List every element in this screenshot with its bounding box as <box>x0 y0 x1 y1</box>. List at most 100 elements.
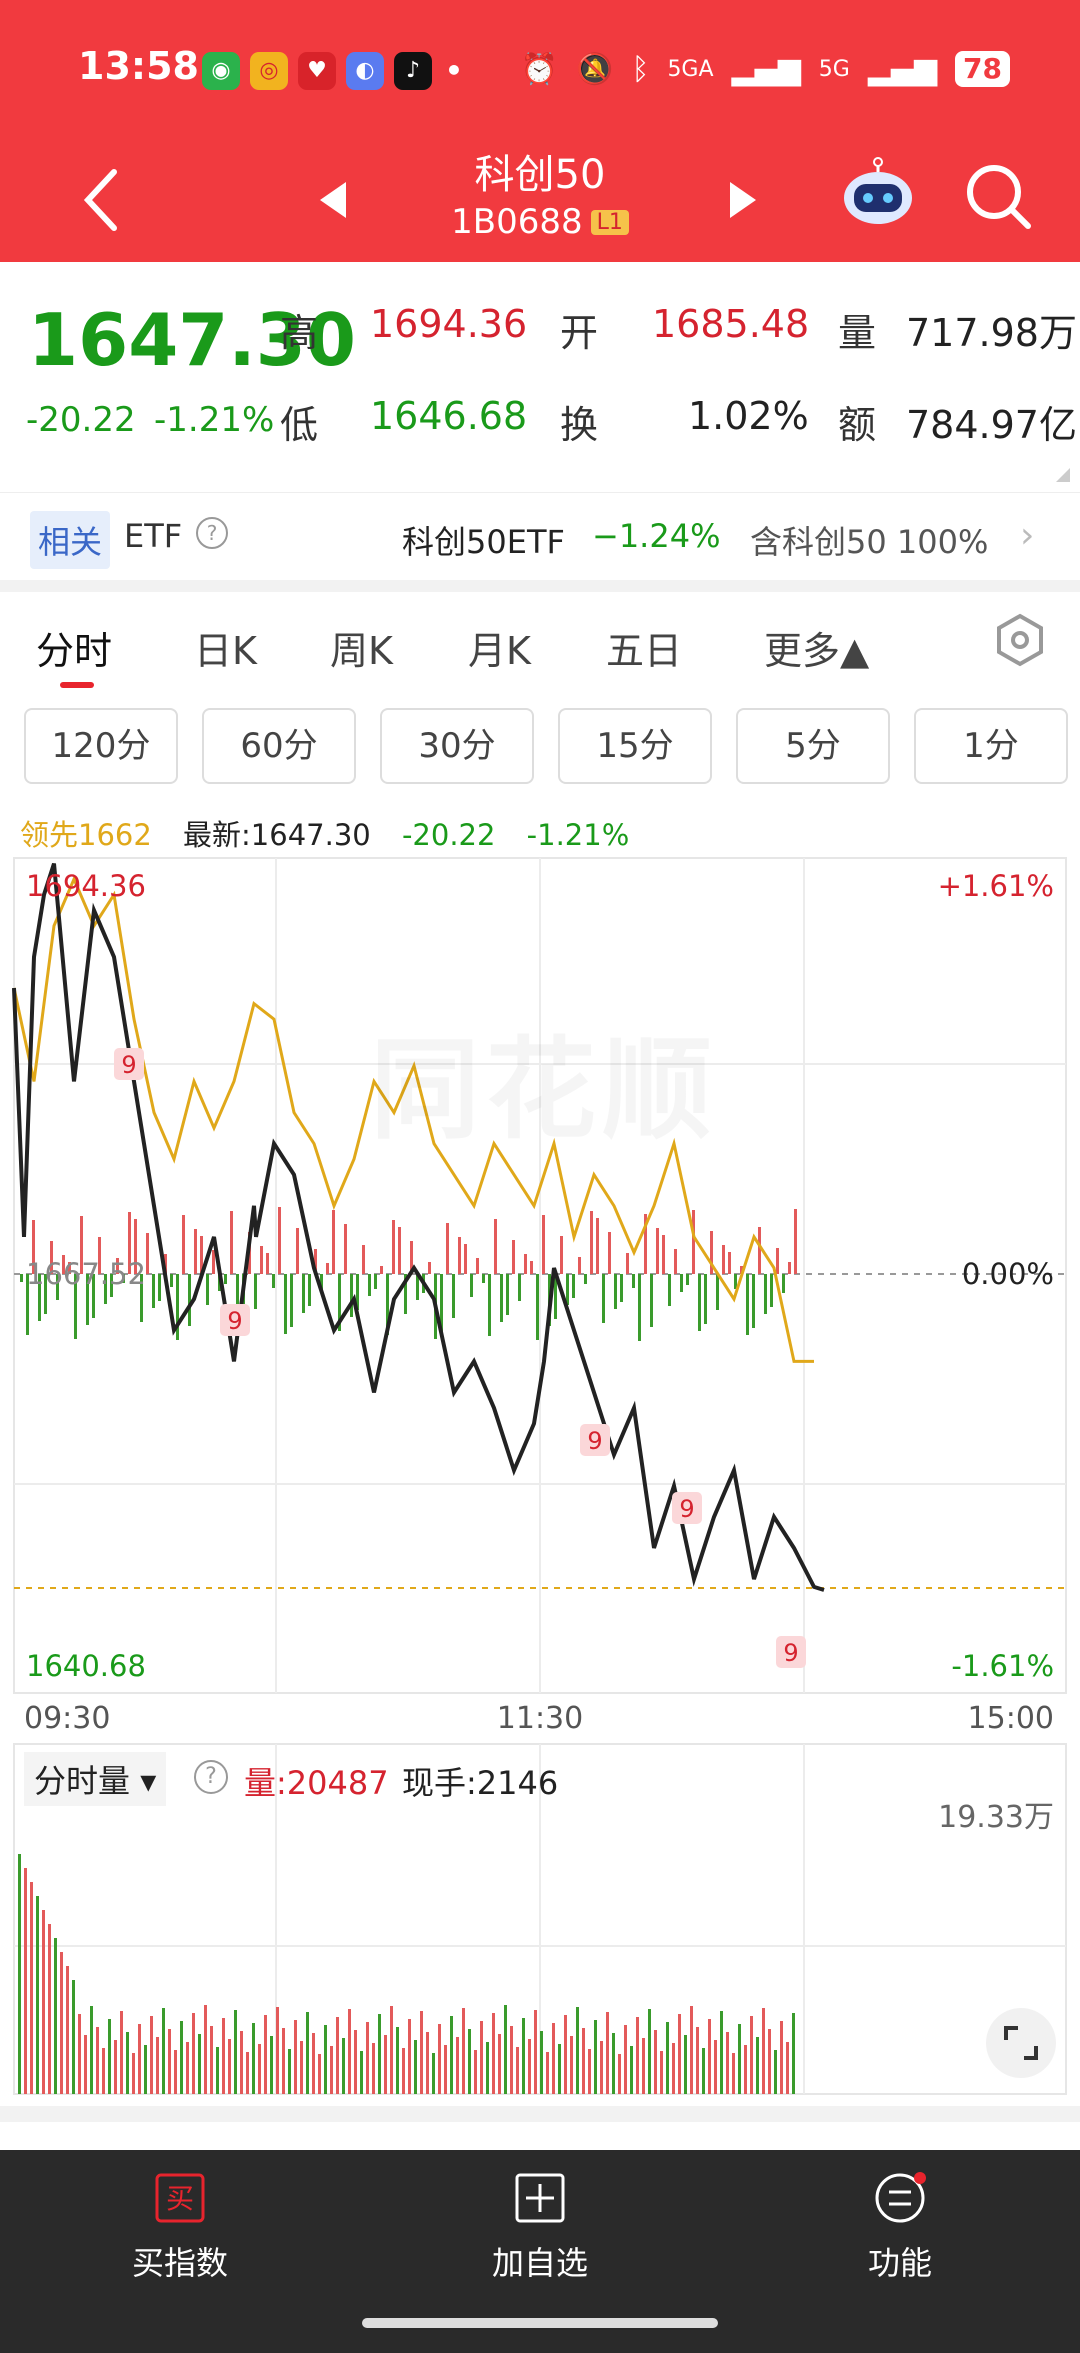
buy-sell-bar <box>770 1274 773 1307</box>
buy-sell-bar <box>602 1274 605 1323</box>
volume-bar <box>420 2011 423 2094</box>
time-label-end: 15:00 <box>968 1701 1054 1736</box>
buy-sell-bar <box>596 1218 599 1274</box>
svg-text:买: 买 <box>166 2182 194 2215</box>
tab-weekly-k[interactable]: 周K <box>330 620 393 675</box>
buy-index-label: 买指数 <box>131 2244 228 2282</box>
functions-button[interactable]: 功能 <box>790 2172 1010 2284</box>
etf-name: 科创50ETF <box>402 523 565 561</box>
volume-bar <box>132 2053 135 2094</box>
volume-bar <box>708 2019 711 2094</box>
buy-sell-bar <box>656 1228 659 1274</box>
volume-bar <box>24 1868 27 2094</box>
buy-sell-bar <box>782 1274 785 1293</box>
buy-sell-bar <box>500 1274 503 1322</box>
period-5min[interactable]: 5分 <box>736 708 890 784</box>
volume-bar <box>486 2042 489 2094</box>
add-watchlist-button[interactable]: 加自选 <box>430 2172 650 2284</box>
volume-bar <box>312 2033 315 2094</box>
volume-bar <box>138 2024 141 2094</box>
fullscreen-icon[interactable] <box>986 2008 1056 2078</box>
volume-bar <box>786 2042 789 2094</box>
signal-marker[interactable]: 9 <box>580 1424 610 1456</box>
buy-sell-bar <box>626 1253 629 1274</box>
svg-text:9: 9 <box>679 1495 694 1523</box>
buy-sell-bar <box>374 1274 377 1289</box>
volume-bar <box>288 2049 291 2094</box>
volume-bar <box>780 2021 783 2094</box>
tab-five-day[interactable]: 五日 <box>606 620 682 675</box>
buy-sell-bar <box>230 1211 233 1274</box>
amount-value: 784.97亿 <box>906 403 1077 447</box>
volume-bar <box>450 2016 453 2094</box>
buy-sell-bar <box>344 1224 347 1274</box>
expand-corner-icon[interactable] <box>1056 468 1070 482</box>
signal-marker[interactable]: 9 <box>776 1636 806 1668</box>
volume-bar <box>588 2049 591 2094</box>
buy-sell-bar <box>638 1274 641 1341</box>
period-1min[interactable]: 1分 <box>914 708 1068 784</box>
home-indicator[interactable] <box>362 2318 718 2328</box>
robot-assistant-icon[interactable] <box>840 156 916 232</box>
buy-sell-bar <box>746 1274 749 1335</box>
buy-sell-bar <box>452 1274 455 1318</box>
volume-bar <box>84 2035 87 2094</box>
period-60min[interactable]: 60分 <box>202 708 356 784</box>
pct-mid-label: 0.00% <box>962 1257 1054 1291</box>
volume-bar <box>336 2017 339 2094</box>
volume-bar <box>672 2043 675 2094</box>
volume-bar <box>384 2035 387 2094</box>
signal-marker[interactable]: 9 <box>114 1048 144 1080</box>
etf-help-icon[interactable]: ? <box>196 517 228 549</box>
volume-bar <box>612 2033 615 2094</box>
time-label-mid: 11:30 <box>497 1701 583 1736</box>
period-15min[interactable]: 15分 <box>558 708 712 784</box>
volume-bar <box>234 2010 237 2094</box>
volume-bar <box>690 2006 693 2094</box>
signal-marker[interactable]: 9 <box>672 1492 702 1524</box>
volume-bar <box>624 2025 627 2094</box>
search-icon[interactable] <box>960 158 1036 234</box>
volume-bar <box>126 2032 129 2094</box>
buy-sell-bar <box>350 1274 353 1317</box>
tab-monthly-k[interactable]: 月K <box>468 620 531 675</box>
settings-hexagon-icon[interactable] <box>990 610 1050 670</box>
period-120min[interactable]: 120分 <box>24 708 178 784</box>
related-etf-row[interactable]: 相关 ETF ? 科创50ETF −1.24% 含科创50 100% › <box>0 492 1080 580</box>
buy-sell-bar <box>260 1246 263 1274</box>
pct-top-label: +1.61% <box>938 869 1054 903</box>
volume-bar <box>468 2029 471 2094</box>
mute-icon: 🔕 <box>576 51 614 87</box>
volume-mode-select[interactable]: 分时量 ▾ <box>24 1752 167 1806</box>
volume-bar <box>354 2030 357 2094</box>
volume-bar <box>606 2012 609 2094</box>
next-stock-button[interactable] <box>730 182 756 218</box>
tab-intraday[interactable]: 分时 <box>36 620 112 675</box>
volume-bar <box>414 2040 417 2094</box>
buy-sell-bar <box>584 1274 587 1284</box>
buy-sell-bar <box>188 1274 191 1326</box>
time-label-start: 09:30 <box>24 1701 110 1736</box>
volume-bar <box>192 2013 195 2094</box>
signal-marker[interactable]: 9 <box>220 1304 250 1336</box>
tab-more[interactable]: 更多▲ <box>764 620 869 675</box>
watermark: 同花顺 <box>370 1000 718 1160</box>
svg-text:9: 9 <box>783 1639 798 1667</box>
volume-amount: 量:20487 <box>244 1764 389 1802</box>
buy-index-button[interactable]: 买 买指数 <box>70 2172 290 2284</box>
buy-sell-bar <box>194 1229 197 1274</box>
tab-daily-k[interactable]: 日K <box>194 620 257 675</box>
buy-sell-bar <box>158 1274 161 1301</box>
intraday-chart[interactable]: 1694.36 1667.52 1640.68 +1.61% 0.00% -1.… <box>0 848 1080 1738</box>
volume-bar <box>72 1980 75 2094</box>
status-time: 13:58 <box>78 44 199 88</box>
buy-sell-bar <box>530 1261 533 1274</box>
volume-max-label: 19.33万 <box>938 1800 1054 1835</box>
period-30min[interactable]: 30分 <box>380 708 534 784</box>
volume-bar <box>600 2041 603 2094</box>
volume-bar <box>726 2032 729 2094</box>
volume-bar <box>42 1910 45 2094</box>
volume-help-icon[interactable]: ? <box>194 1760 228 1794</box>
buy-sell-bar <box>398 1227 401 1274</box>
buy-sell-bar <box>20 1274 23 1282</box>
